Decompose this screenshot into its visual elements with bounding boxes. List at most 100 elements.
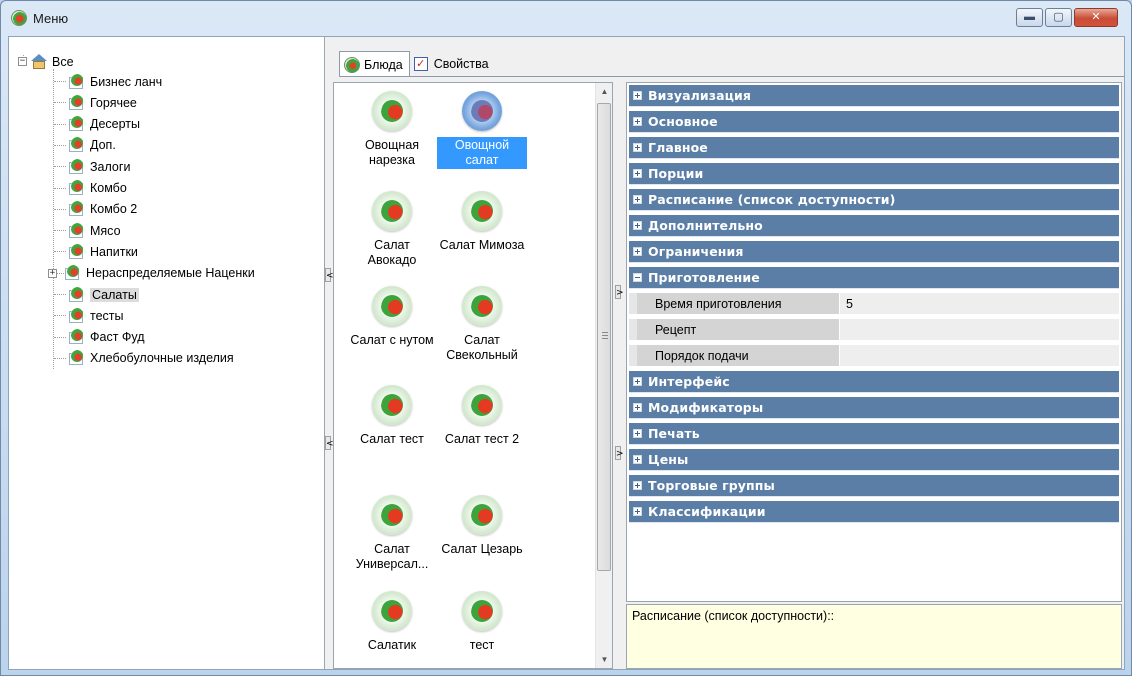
tree-item[interactable]: Горячее bbox=[67, 92, 137, 113]
tree-item[interactable]: Напитки bbox=[67, 241, 138, 262]
expand-icon[interactable] bbox=[633, 455, 642, 464]
dish-item[interactable]: Салат тест bbox=[347, 385, 437, 448]
expand-icon[interactable] bbox=[633, 247, 642, 256]
tree-connector bbox=[54, 357, 66, 359]
expand-icon[interactable] bbox=[633, 195, 642, 204]
collapse-icon[interactable]: − bbox=[18, 57, 27, 66]
property-grid[interactable]: Визуализация Основное Главное Порции Расписа… bbox=[626, 82, 1122, 602]
category-label: Порции bbox=[648, 166, 704, 181]
collapse-left-arrow-icon[interactable]: < bbox=[325, 436, 334, 450]
expand-icon[interactable] bbox=[633, 91, 642, 100]
property-category[interactable]: Печать bbox=[629, 423, 1119, 445]
property-category[interactable]: Визуализация bbox=[629, 85, 1119, 107]
tree-item[interactable]: Залоги bbox=[67, 156, 130, 177]
property-category[interactable]: Цены bbox=[629, 449, 1119, 471]
tree-item-label: Напитки bbox=[90, 244, 138, 259]
category-label: Цены bbox=[648, 452, 689, 467]
expand-icon[interactable] bbox=[633, 377, 642, 386]
property-value[interactable] bbox=[839, 319, 1119, 340]
tree-item[interactable]: Комбо bbox=[67, 178, 127, 199]
property-category[interactable]: Основное bbox=[629, 111, 1119, 133]
dish-item[interactable]: Салат Мимоза bbox=[437, 191, 527, 254]
dish-item[interactable]: тест bbox=[437, 591, 527, 654]
expand-right-arrow-icon[interactable]: > bbox=[615, 285, 624, 299]
dish-item[interactable]: Салат Свекольный bbox=[437, 286, 527, 364]
property-category[interactable]: Порции bbox=[629, 163, 1119, 185]
tree-item[interactable]: Комбо 2 bbox=[67, 199, 137, 220]
dish-item[interactable]: Салат Универсал... bbox=[347, 495, 437, 573]
tree-splitter[interactable]: < < bbox=[325, 37, 334, 669]
property-category[interactable]: Расписание (список доступности) bbox=[629, 189, 1119, 211]
menu-folder-icon bbox=[67, 116, 85, 132]
dish-item[interactable]: Салат с нутом bbox=[347, 286, 437, 349]
expand-icon[interactable] bbox=[633, 507, 642, 516]
property-category[interactable]: Приготовление bbox=[629, 267, 1119, 289]
dish-item[interactable]: Овощной салат bbox=[437, 91, 527, 169]
property-category[interactable]: Интерфейс bbox=[629, 371, 1119, 393]
maximize-button[interactable]: ▢ bbox=[1045, 8, 1072, 27]
dish-label: Салатик bbox=[367, 638, 417, 652]
tree-item[interactable]: Фаст Фуд bbox=[67, 327, 145, 348]
tree-item[interactable]: + Нераспределяемые Наценки bbox=[48, 263, 255, 284]
dish-label: Салат тест 2 bbox=[444, 432, 520, 446]
dish-list-scrollbar[interactable]: ▲ ▼ bbox=[595, 83, 612, 668]
category-label: Модификаторы bbox=[648, 400, 764, 415]
tree-item[interactable]: тесты bbox=[67, 305, 124, 326]
tree-item-label: Хлебобулочные изделия bbox=[90, 351, 234, 366]
dish-item[interactable]: Овощная нарезка bbox=[347, 91, 437, 169]
tree-connector bbox=[54, 81, 66, 82]
expand-icon[interactable] bbox=[633, 169, 642, 178]
scroll-up-arrow-icon[interactable]: ▲ bbox=[596, 83, 613, 100]
tree-item[interactable]: Доп. bbox=[67, 135, 116, 156]
tree-item[interactable]: Хлебобулочные изделия bbox=[67, 348, 234, 369]
tree-item[interactable]: Бизнес ланч bbox=[67, 71, 162, 92]
property-category[interactable]: Модификаторы bbox=[629, 397, 1119, 419]
expand-right-arrow-icon[interactable]: > bbox=[615, 446, 624, 460]
dish-item[interactable]: Салат Авокадо bbox=[347, 191, 437, 269]
tree-item-label: Горячее bbox=[90, 95, 137, 110]
tree-item-label: тесты bbox=[90, 308, 124, 323]
dish-item[interactable]: Салат Цезарь bbox=[437, 495, 527, 558]
tree-item-label: Доп. bbox=[90, 138, 116, 153]
tree-item-root[interactable]: − Все bbox=[18, 51, 74, 72]
tree-connector bbox=[53, 69, 54, 369]
expand-icon[interactable] bbox=[633, 481, 642, 490]
property-category[interactable]: Классификации bbox=[629, 501, 1119, 523]
property-row[interactable]: Время приготовления 5 bbox=[629, 293, 1119, 315]
expand-icon[interactable] bbox=[633, 403, 642, 412]
dish-item[interactable]: Салат тест 2 bbox=[437, 385, 527, 448]
title-bar[interactable]: Меню ▬ ▢ ✕ bbox=[1, 1, 1131, 35]
property-category[interactable]: Дополнительно bbox=[629, 215, 1119, 237]
collapse-left-arrow-icon[interactable]: < bbox=[325, 268, 334, 282]
tree-item[interactable]: Десерты bbox=[67, 114, 140, 135]
tree-item[interactable]: Мясо bbox=[67, 220, 121, 241]
close-button[interactable]: ✕ bbox=[1074, 8, 1118, 27]
props-splitter[interactable]: > > bbox=[615, 82, 624, 669]
property-category[interactable]: Главное bbox=[629, 137, 1119, 159]
scroll-down-arrow-icon[interactable]: ▼ bbox=[596, 651, 613, 668]
expand-icon[interactable]: + bbox=[48, 268, 57, 278]
expand-icon[interactable] bbox=[633, 429, 642, 438]
dish-item[interactable]: Салатик bbox=[347, 591, 437, 654]
minimize-button[interactable]: ▬ bbox=[1016, 8, 1043, 27]
tree-item[interactable]: Салаты bbox=[67, 284, 139, 305]
scrollbar-thumb[interactable] bbox=[597, 103, 611, 571]
property-value[interactable]: 5 bbox=[839, 293, 1119, 314]
collapse-icon[interactable] bbox=[633, 273, 642, 282]
property-value[interactable] bbox=[839, 345, 1119, 366]
description-text: Расписание (список доступности):: bbox=[632, 609, 835, 623]
expand-icon[interactable] bbox=[633, 143, 642, 152]
property-row[interactable]: Порядок подачи bbox=[629, 345, 1119, 367]
property-category[interactable]: Ограничения bbox=[629, 241, 1119, 263]
category-tree[interactable]: − Все Бизнес ланч Горячее Десерты Доп. Залог… bbox=[9, 37, 325, 669]
dish-list[interactable]: Овощная нарезка Овощной салат Салат Авокад… bbox=[333, 82, 613, 669]
menu-folder-icon bbox=[67, 243, 85, 260]
property-category[interactable]: Торговые группы bbox=[629, 475, 1119, 497]
tab-properties[interactable]: ✓ Свойства bbox=[410, 51, 495, 76]
property-row[interactable]: Рецепт bbox=[629, 319, 1119, 341]
tab-strip: Блюда ✓ Свойства bbox=[339, 51, 495, 77]
expand-icon[interactable] bbox=[633, 221, 642, 230]
expand-icon[interactable] bbox=[633, 117, 642, 126]
tab-dishes[interactable]: Блюда bbox=[339, 51, 410, 77]
tab-divider bbox=[339, 76, 1125, 77]
